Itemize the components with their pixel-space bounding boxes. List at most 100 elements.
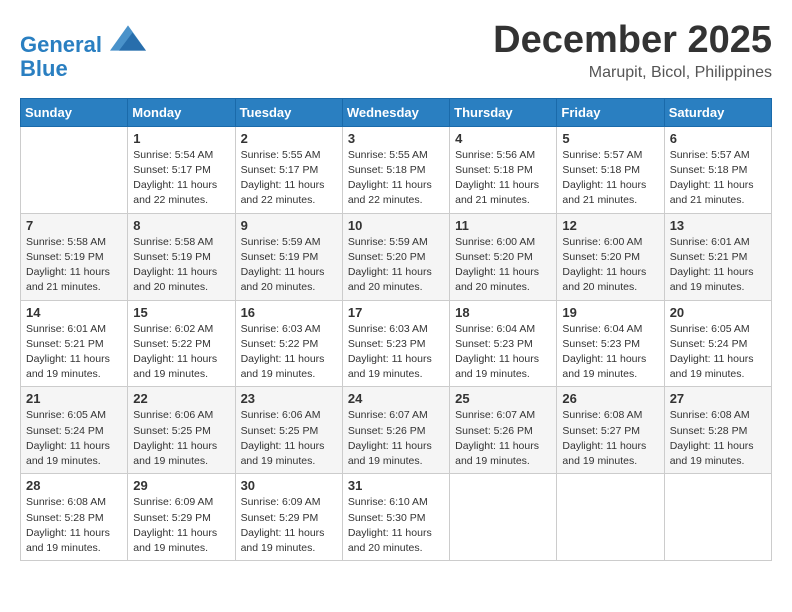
calendar-cell: 20Sunrise: 6:05 AM Sunset: 5:24 PM Dayli…: [664, 300, 771, 387]
calendar-cell: 26 Sunrise: 6:08 AM Sunset: 5:27 PM Dayli…: [557, 387, 664, 474]
day-number: 27: [670, 391, 766, 406]
calendar-cell: [21, 126, 128, 213]
calendar-cell: 11 Sunrise: 6:00 AM Sunset: 5:20 PM Dayli…: [450, 213, 557, 300]
calendar-cell: 28Sunrise: 6:08 AM Sunset: 5:28 PM Dayli…: [21, 474, 128, 561]
calendar-cell: 23 Sunrise: 6:06 AM Sunset: 5:25 PM Dayli…: [235, 387, 342, 474]
logo-blue: Blue: [20, 57, 146, 81]
day-info: Sunrise: 6:03 AM Sunset: 5:23 PM Dayligh…: [348, 322, 444, 383]
calendar-cell: 13 Sunrise: 6:01 AM Sunset: 5:21 PM Dayli…: [664, 213, 771, 300]
calendar-cell: [664, 474, 771, 561]
calendar-table: SundayMondayTuesdayWednesdayThursdayFrid…: [20, 98, 772, 561]
day-info: Sunrise: 5:58 AM Sunset: 5:19 PM Dayligh…: [26, 235, 122, 296]
weekday-header-saturday: Saturday: [664, 98, 771, 126]
day-info: Sunrise: 6:08 AM Sunset: 5:28 PM Dayligh…: [670, 408, 766, 469]
calendar-week-2: 7 Sunrise: 5:58 AM Sunset: 5:19 PM Daylig…: [21, 213, 772, 300]
day-info: Sunrise: 6:09 AM Sunset: 5:29 PM Dayligh…: [241, 495, 337, 556]
day-number: 9: [241, 218, 337, 233]
calendar-cell: 10Sunrise: 5:59 AM Sunset: 5:20 PM Dayli…: [342, 213, 449, 300]
calendar-cell: 21 Sunrise: 6:05 AM Sunset: 5:24 PM Dayli…: [21, 387, 128, 474]
calendar-cell: 29Sunrise: 6:09 AM Sunset: 5:29 PM Dayli…: [128, 474, 235, 561]
calendar-cell: 5Sunrise: 5:57 AM Sunset: 5:18 PM Daylig…: [557, 126, 664, 213]
calendar-week-1: 1 Sunrise: 5:54 AM Sunset: 5:17 PM Daylig…: [21, 126, 772, 213]
day-number: 31: [348, 478, 444, 493]
calendar-cell: 7 Sunrise: 5:58 AM Sunset: 5:19 PM Daylig…: [21, 213, 128, 300]
calendar-cell: [557, 474, 664, 561]
weekday-header-thursday: Thursday: [450, 98, 557, 126]
page-header: General Blue December 2025 Marupit, Bico…: [20, 20, 772, 82]
day-info: Sunrise: 6:07 AM Sunset: 5:26 PM Dayligh…: [455, 408, 551, 469]
day-number: 13: [670, 218, 766, 233]
calendar-cell: 18Sunrise: 6:04 AM Sunset: 5:23 PM Dayli…: [450, 300, 557, 387]
day-number: 4: [455, 131, 551, 146]
day-number: 8: [133, 218, 229, 233]
calendar-cell: 4 Sunrise: 5:56 AM Sunset: 5:18 PM Daylig…: [450, 126, 557, 213]
day-number: 29: [133, 478, 229, 493]
day-info: Sunrise: 6:00 AM Sunset: 5:20 PM Dayligh…: [562, 235, 658, 296]
day-info: Sunrise: 5:55 AM Sunset: 5:18 PM Dayligh…: [348, 148, 444, 209]
calendar-cell: 9 Sunrise: 5:59 AM Sunset: 5:19 PM Daylig…: [235, 213, 342, 300]
day-info: Sunrise: 6:03 AM Sunset: 5:22 PM Dayligh…: [241, 322, 337, 383]
calendar-cell: 3 Sunrise: 5:55 AM Sunset: 5:18 PM Daylig…: [342, 126, 449, 213]
weekday-header-monday: Monday: [128, 98, 235, 126]
day-info: Sunrise: 5:55 AM Sunset: 5:17 PM Dayligh…: [241, 148, 337, 209]
title-block: December 2025 Marupit, Bicol, Philippine…: [493, 20, 772, 82]
day-number: 21: [26, 391, 122, 406]
day-number: 6: [670, 131, 766, 146]
calendar-cell: 8 Sunrise: 5:58 AM Sunset: 5:19 PM Daylig…: [128, 213, 235, 300]
day-number: 3: [348, 131, 444, 146]
calendar-location: Marupit, Bicol, Philippines: [493, 64, 772, 82]
day-number: 26: [562, 391, 658, 406]
weekday-header-row: SundayMondayTuesdayWednesdayThursdayFrid…: [21, 98, 772, 126]
day-number: 11: [455, 218, 551, 233]
day-info: Sunrise: 6:04 AM Sunset: 5:23 PM Dayligh…: [562, 322, 658, 383]
weekday-header-wednesday: Wednesday: [342, 98, 449, 126]
calendar-cell: 17Sunrise: 6:03 AM Sunset: 5:23 PM Dayli…: [342, 300, 449, 387]
day-info: Sunrise: 5:57 AM Sunset: 5:18 PM Dayligh…: [670, 148, 766, 209]
calendar-title: December 2025: [493, 20, 772, 62]
day-info: Sunrise: 5:56 AM Sunset: 5:18 PM Dayligh…: [455, 148, 551, 209]
weekday-header-sunday: Sunday: [21, 98, 128, 126]
day-info: Sunrise: 6:08 AM Sunset: 5:27 PM Dayligh…: [562, 408, 658, 469]
day-info: Sunrise: 6:05 AM Sunset: 5:24 PM Dayligh…: [26, 408, 122, 469]
logo: General Blue: [20, 24, 146, 81]
calendar-cell: 30Sunrise: 6:09 AM Sunset: 5:29 PM Dayli…: [235, 474, 342, 561]
calendar-week-5: 28Sunrise: 6:08 AM Sunset: 5:28 PM Dayli…: [21, 474, 772, 561]
calendar-cell: 2 Sunrise: 5:55 AM Sunset: 5:17 PM Daylig…: [235, 126, 342, 213]
day-info: Sunrise: 6:02 AM Sunset: 5:22 PM Dayligh…: [133, 322, 229, 383]
day-number: 18: [455, 305, 551, 320]
calendar-week-3: 14Sunrise: 6:01 AM Sunset: 5:21 PM Dayli…: [21, 300, 772, 387]
calendar-cell: 25 Sunrise: 6:07 AM Sunset: 5:26 PM Dayli…: [450, 387, 557, 474]
day-number: 24: [348, 391, 444, 406]
weekday-header-tuesday: Tuesday: [235, 98, 342, 126]
calendar-cell: 6 Sunrise: 5:57 AM Sunset: 5:18 PM Daylig…: [664, 126, 771, 213]
calendar-cell: 14Sunrise: 6:01 AM Sunset: 5:21 PM Dayli…: [21, 300, 128, 387]
logo-text: General: [20, 24, 146, 57]
day-number: 16: [241, 305, 337, 320]
day-number: 7: [26, 218, 122, 233]
calendar-cell: 27 Sunrise: 6:08 AM Sunset: 5:28 PM Dayli…: [664, 387, 771, 474]
day-number: 22: [133, 391, 229, 406]
day-info: Sunrise: 6:08 AM Sunset: 5:28 PM Dayligh…: [26, 495, 122, 556]
day-number: 14: [26, 305, 122, 320]
day-number: 1: [133, 131, 229, 146]
day-info: Sunrise: 5:54 AM Sunset: 5:17 PM Dayligh…: [133, 148, 229, 209]
day-number: 25: [455, 391, 551, 406]
day-info: Sunrise: 5:58 AM Sunset: 5:19 PM Dayligh…: [133, 235, 229, 296]
day-info: Sunrise: 6:06 AM Sunset: 5:25 PM Dayligh…: [241, 408, 337, 469]
calendar-cell: 12 Sunrise: 6:00 AM Sunset: 5:20 PM Dayli…: [557, 213, 664, 300]
day-number: 5: [562, 131, 658, 146]
day-number: 20: [670, 305, 766, 320]
day-number: 2: [241, 131, 337, 146]
day-info: Sunrise: 6:01 AM Sunset: 5:21 PM Dayligh…: [670, 235, 766, 296]
calendar-cell: 15Sunrise: 6:02 AM Sunset: 5:22 PM Dayli…: [128, 300, 235, 387]
day-info: Sunrise: 6:00 AM Sunset: 5:20 PM Dayligh…: [455, 235, 551, 296]
calendar-cell: 24 Sunrise: 6:07 AM Sunset: 5:26 PM Dayli…: [342, 387, 449, 474]
day-info: Sunrise: 6:07 AM Sunset: 5:26 PM Dayligh…: [348, 408, 444, 469]
day-number: 12: [562, 218, 658, 233]
calendar-cell: 16 Sunrise: 6:03 AM Sunset: 5:22 PM Dayli…: [235, 300, 342, 387]
day-info: Sunrise: 5:59 AM Sunset: 5:19 PM Dayligh…: [241, 235, 337, 296]
day-number: 23: [241, 391, 337, 406]
weekday-header-friday: Friday: [557, 98, 664, 126]
logo-general: General: [20, 32, 102, 57]
calendar-cell: 22Sunrise: 6:06 AM Sunset: 5:25 PM Dayli…: [128, 387, 235, 474]
